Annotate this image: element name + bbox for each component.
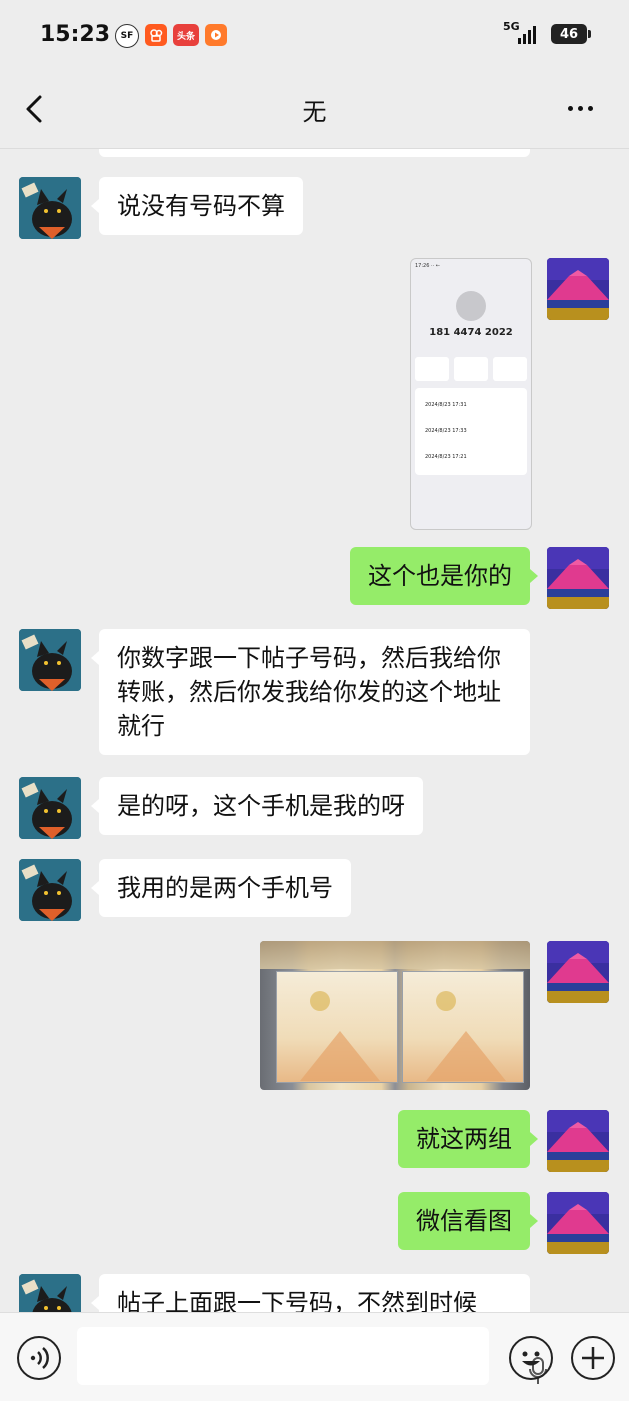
- mount-fuji-avatar-icon: [547, 547, 609, 609]
- my-avatar[interactable]: [547, 258, 609, 320]
- emoji-icon: [522, 1351, 540, 1366]
- status-bar: 15:23 SF 头条 5G 46: [0, 0, 629, 70]
- contact-avatar[interactable]: [19, 859, 81, 921]
- sf-express-icon: SF: [115, 24, 139, 48]
- contact-avatar[interactable]: [19, 629, 81, 691]
- screenshot-call-entry: 2024/8/23 17:31: [425, 402, 467, 408]
- call-log-screenshot-image[interactable]: 17:26 ·· ← 181 4474 2022 2024/8/23 17:31…: [410, 258, 532, 530]
- plus-icon: [582, 1347, 604, 1369]
- cat-avatar-icon: [19, 1274, 81, 1312]
- notification-icons: SF 头条: [115, 24, 227, 48]
- cat-avatar-icon: [19, 859, 81, 921]
- contact-placeholder-icon: [456, 291, 486, 321]
- mount-fuji-avatar-icon: [547, 1192, 609, 1254]
- message-bubble-outgoing[interactable]: 这个也是你的: [350, 547, 538, 605]
- message-list[interactable]: 说没有号码不算 17:26 ·· ← 181 4474 2022 2024/8/…: [0, 149, 629, 1312]
- kuaishou-icon: [145, 24, 167, 46]
- previous-message-bubble: [99, 149, 530, 157]
- voice-toggle-icon: [30, 1347, 49, 1369]
- screenshot-phone-number: 181 4474 2022: [429, 327, 513, 338]
- message-bubble-outgoing[interactable]: 就这两组: [398, 1110, 538, 1168]
- cat-avatar-icon: [19, 777, 81, 839]
- my-avatar[interactable]: [547, 941, 609, 1003]
- more-dot-icon: [568, 105, 573, 111]
- message-bubble-incoming[interactable]: 你数字跟一下帖子号码，然后我给你转账，然后你发我给你发的这个地址就行: [91, 629, 530, 755]
- voice-toggle-button[interactable]: [17, 1336, 61, 1380]
- my-avatar[interactable]: [547, 1110, 609, 1172]
- banknote-photo-image[interactable]: [260, 941, 530, 1090]
- chat-header: 无: [0, 70, 629, 149]
- message-bubble-outgoing[interactable]: 微信看图: [398, 1192, 538, 1250]
- message-bubble-incoming[interactable]: 是的呀，这个手机是我的呀: [91, 777, 423, 835]
- screenshot-call-entry: 2024/8/23 17:21: [425, 454, 467, 460]
- status-time: 15:23: [40, 22, 111, 47]
- message-input[interactable]: [77, 1327, 547, 1385]
- video-app-icon: [205, 24, 227, 46]
- mount-fuji-avatar-icon: [547, 941, 609, 1003]
- message-bubble-incoming[interactable]: 我用的是两个手机号: [91, 859, 351, 917]
- message-bubble-incoming[interactable]: 帖子上面跟一下号码，不然到时候: [91, 1274, 530, 1312]
- mount-fuji-avatar-icon: [547, 258, 609, 320]
- toutiao-icon: 头条: [173, 24, 199, 46]
- more-options-button[interactable]: [568, 98, 602, 118]
- screenshot-call-entry: 2024/8/23 17:33: [425, 428, 467, 434]
- contact-avatar[interactable]: [19, 777, 81, 839]
- my-avatar[interactable]: [547, 1192, 609, 1254]
- mount-fuji-avatar-icon: [547, 1110, 609, 1172]
- message-bubble-incoming[interactable]: 说没有号码不算: [91, 177, 303, 235]
- cat-avatar-icon: [19, 629, 81, 691]
- my-avatar[interactable]: [547, 547, 609, 609]
- plus-button[interactable]: [571, 1336, 615, 1380]
- chat-title: 无: [302, 98, 327, 126]
- signal-icon: [518, 26, 536, 44]
- contact-avatar[interactable]: [19, 177, 81, 239]
- contact-avatar[interactable]: [19, 1274, 81, 1312]
- battery-icon: 46: [551, 24, 591, 44]
- cat-avatar-icon: [19, 177, 81, 239]
- input-bar: [0, 1312, 629, 1401]
- emoji-button[interactable]: [509, 1336, 553, 1380]
